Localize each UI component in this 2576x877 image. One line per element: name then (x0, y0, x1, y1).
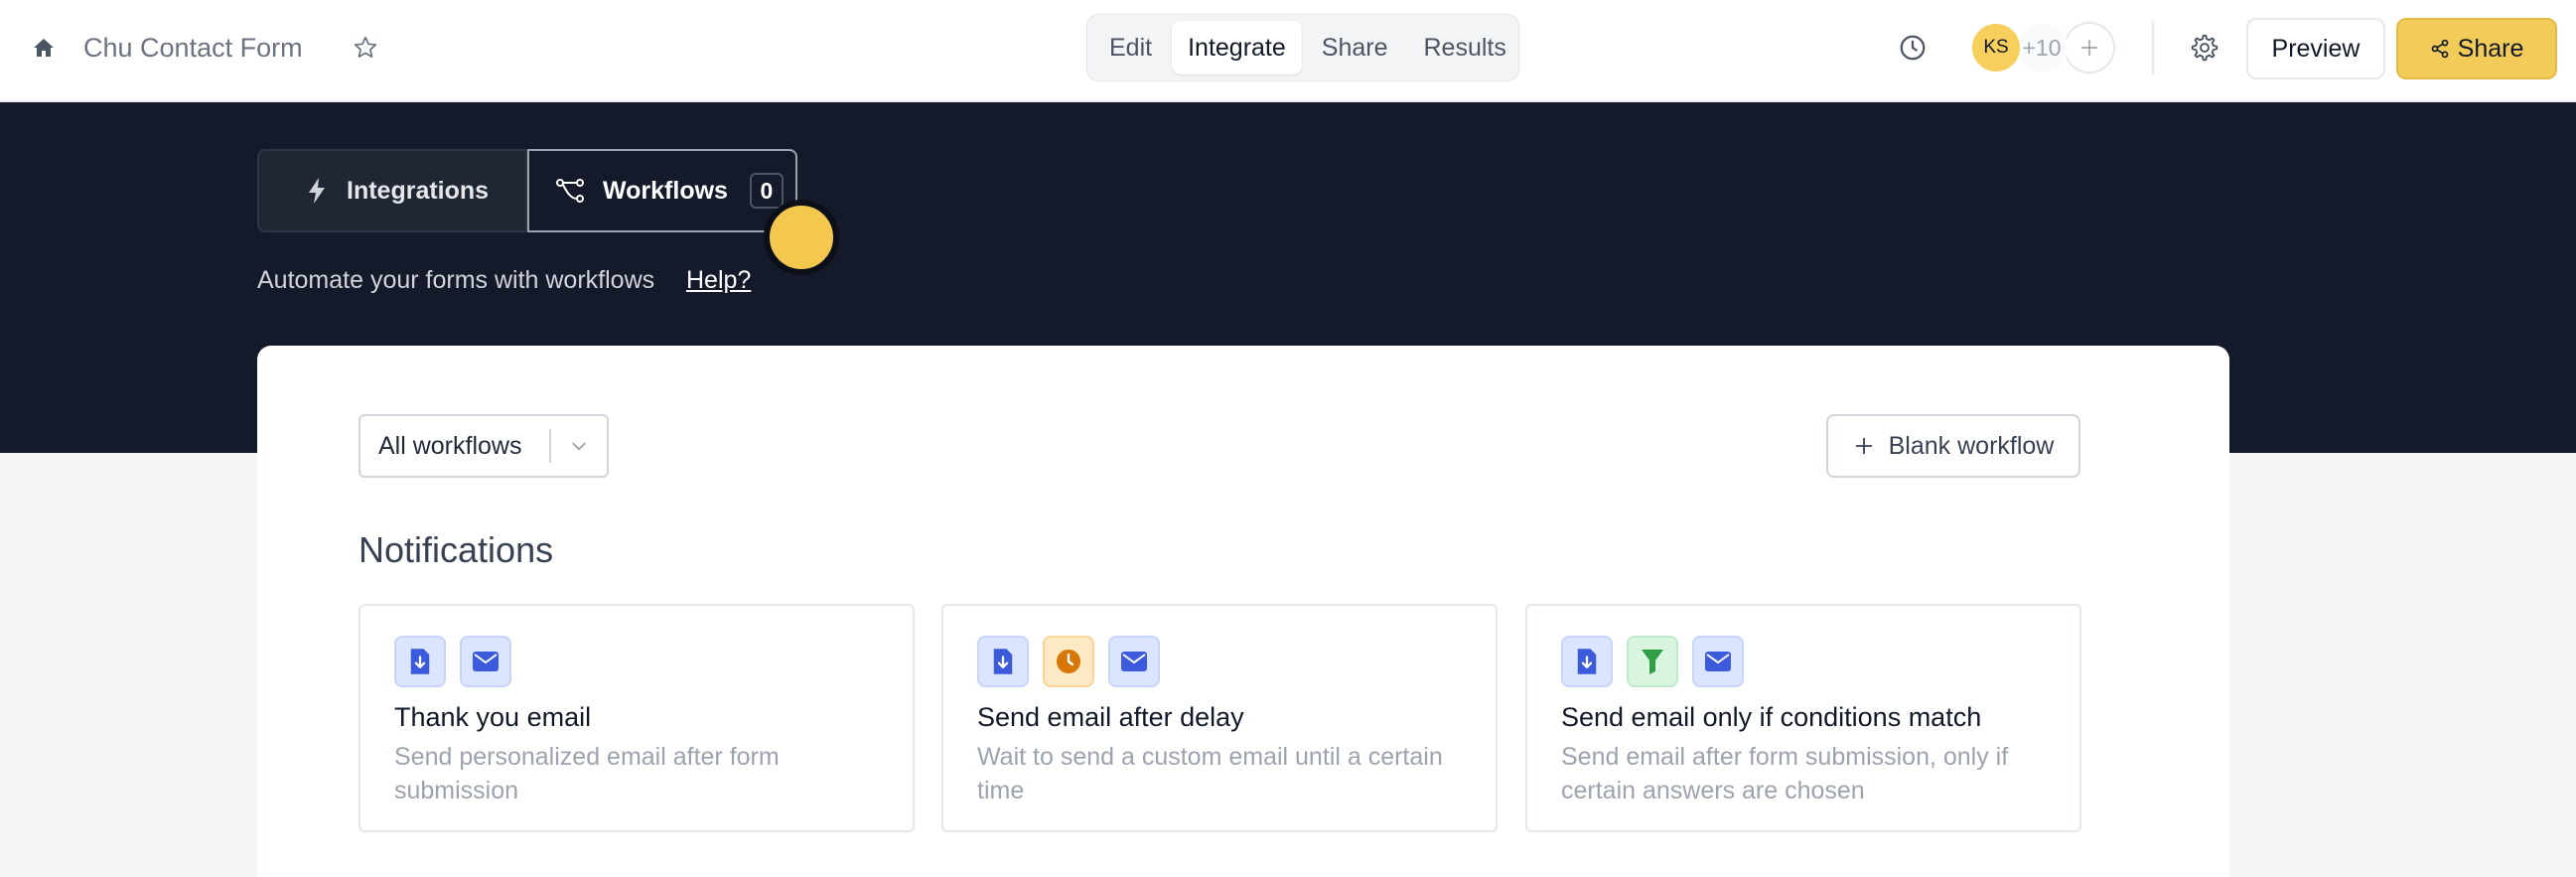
template-description: Wait to send a custom email until a cert… (977, 743, 1443, 804)
workflow-filter-value: All workflows (378, 431, 522, 460)
hero-description: Automate your forms with workflows (257, 266, 655, 294)
template-card-thank-you-email[interactable]: Thank you email Send personalized email … (358, 604, 915, 832)
integration-tabs: Integrations Workflows 0 (257, 149, 797, 232)
add-collaborator-button[interactable] (2064, 22, 2115, 73)
template-title: Send email only if conditions match (1561, 702, 1982, 732)
tab-integrations-label: Integrations (347, 176, 490, 205)
template-card-conditional-email[interactable]: Send email only if conditions match Send… (1525, 604, 2081, 832)
template-title: Send email after delay (977, 702, 1244, 732)
template-description: Send email after form submission, only i… (1561, 743, 2009, 804)
clock-icon (1043, 636, 1094, 687)
help-link[interactable]: Help? (686, 266, 751, 295)
divider (2152, 22, 2154, 75)
form-download-icon (977, 636, 1029, 687)
star-icon[interactable] (348, 30, 383, 66)
chevron-down-icon (551, 436, 607, 456)
preview-button[interactable]: Preview (2246, 18, 2385, 79)
template-title: Thank you email (394, 702, 592, 732)
cursor-indicator (764, 200, 839, 275)
gear-icon[interactable] (2185, 28, 2224, 68)
tab-integrations[interactable]: Integrations (257, 149, 527, 232)
form-download-icon (1561, 636, 1613, 687)
workflow-filter-select[interactable]: All workflows (358, 414, 609, 478)
template-icons (1561, 636, 1744, 687)
tab-edit[interactable]: Edit (1093, 21, 1168, 74)
mode-tabs: Edit Integrate Share Results (1086, 14, 1519, 81)
template-description: Send personalized email after form submi… (394, 743, 780, 804)
template-icons (394, 636, 511, 687)
envelope-icon (1692, 636, 1744, 687)
envelope-icon (460, 636, 511, 687)
tab-results[interactable]: Results (1408, 21, 1522, 74)
collaborator-count[interactable]: +10 (2016, 22, 2068, 73)
workflows-count-badge: 0 (749, 173, 784, 209)
envelope-icon (1108, 636, 1160, 687)
form-title[interactable]: Chu Contact Form (83, 30, 303, 66)
tab-share[interactable]: Share (1306, 21, 1404, 74)
home-icon[interactable] (26, 30, 62, 66)
template-icons (977, 636, 1160, 687)
workflow-icon (556, 179, 584, 203)
top-bar: Chu Contact Form Edit Integrate Share Re… (0, 0, 2576, 102)
share-icon (2431, 39, 2448, 59)
blank-workflow-label: Blank workflow (1888, 431, 2055, 460)
tab-workflows-label: Workflows (603, 176, 728, 205)
tab-integrate[interactable]: Integrate (1172, 21, 1302, 74)
tab-workflows[interactable]: Workflows 0 (527, 149, 797, 232)
share-button-label: Share (2457, 34, 2524, 63)
workflows-card: All workflows Blank workflow Notificatio… (257, 346, 2229, 877)
plus-icon (1855, 437, 1872, 455)
avatar[interactable]: KS (1970, 22, 2022, 73)
plus-icon (2080, 39, 2098, 57)
section-title: Notifications (358, 529, 554, 570)
history-icon[interactable] (1893, 28, 1932, 68)
template-card-send-email-after-delay[interactable]: Send email after delay Wait to send a cu… (941, 604, 1498, 832)
share-button[interactable]: Share (2396, 18, 2557, 79)
blank-workflow-button[interactable]: Blank workflow (1826, 414, 2080, 478)
filter-icon (1627, 636, 1678, 687)
form-download-icon (394, 636, 446, 687)
lightning-icon (309, 178, 325, 204)
